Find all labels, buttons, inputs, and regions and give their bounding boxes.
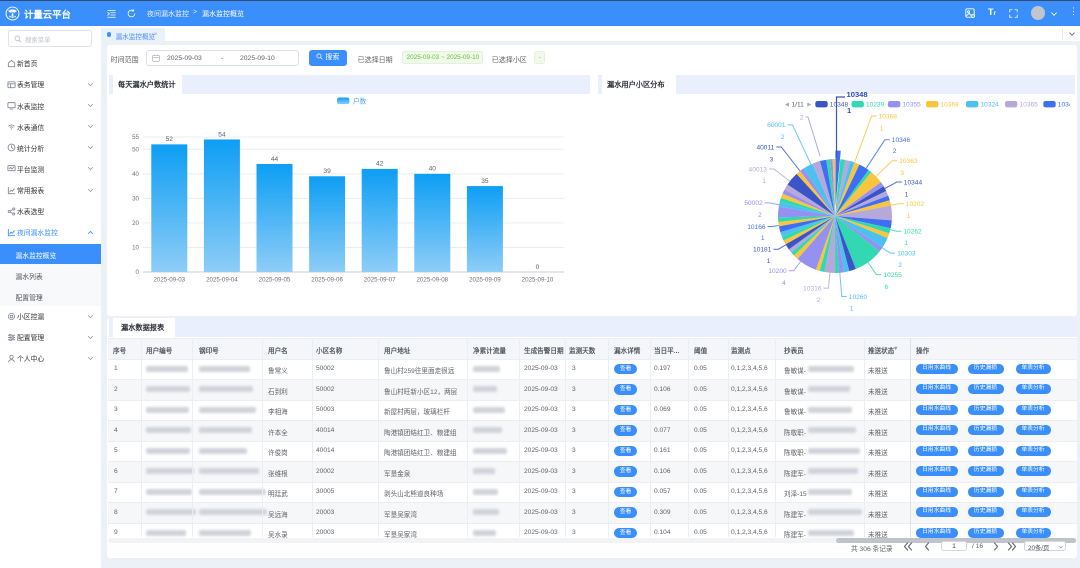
svg-text:1/11: 1/11 <box>792 101 805 108</box>
svg-text:1: 1 <box>907 213 911 220</box>
svg-text:1: 1 <box>904 240 908 247</box>
svg-text:2025-09-06: 2025-09-06 <box>311 277 343 284</box>
svg-text:10200: 10200 <box>768 268 787 275</box>
svg-text:50: 50 <box>132 146 139 153</box>
svg-text:2: 2 <box>893 148 897 155</box>
svg-text:2: 2 <box>898 262 902 269</box>
svg-text:10348: 10348 <box>847 90 868 99</box>
svg-text:4: 4 <box>782 280 786 287</box>
svg-text:2025-09-10: 2025-09-10 <box>522 277 554 284</box>
svg-text:2025-09-04: 2025-09-04 <box>206 277 238 284</box>
svg-text:0: 0 <box>136 269 140 276</box>
svg-text:2025-09-07: 2025-09-07 <box>364 277 396 284</box>
svg-text:10239: 10239 <box>866 102 885 109</box>
svg-text:10368: 10368 <box>941 102 960 109</box>
svg-text:40013: 40013 <box>749 166 768 173</box>
svg-text:2025-09-03: 2025-09-03 <box>153 277 185 284</box>
svg-text:52: 52 <box>166 136 174 143</box>
svg-text:户数: 户数 <box>353 97 367 106</box>
svg-text:10260: 10260 <box>849 294 868 301</box>
svg-text:10166: 10166 <box>747 224 766 231</box>
svg-text:3: 3 <box>770 156 774 163</box>
svg-text:2: 2 <box>800 114 804 121</box>
svg-text:10344: 10344 <box>904 179 923 186</box>
svg-text:10316: 10316 <box>803 285 822 292</box>
svg-text:10: 10 <box>132 245 139 252</box>
svg-text:10365: 10365 <box>1020 102 1039 109</box>
svg-text:35: 35 <box>481 178 489 185</box>
svg-text:50002: 50002 <box>744 200 763 207</box>
svg-text:10181: 10181 <box>753 247 772 254</box>
svg-text:44: 44 <box>271 156 279 163</box>
svg-text:10202: 10202 <box>906 201 925 208</box>
svg-text:10262: 10262 <box>903 229 922 236</box>
svg-text:10368: 10368 <box>879 113 898 120</box>
svg-text:10363: 10363 <box>899 158 918 165</box>
svg-text:1: 1 <box>905 191 909 198</box>
svg-text:10324: 10324 <box>981 102 1000 109</box>
svg-text:60001: 60001 <box>767 122 786 129</box>
svg-text:1: 1 <box>880 125 884 132</box>
svg-text:30: 30 <box>132 196 139 203</box>
svg-text:1: 1 <box>762 178 766 185</box>
svg-text:20: 20 <box>132 220 139 227</box>
svg-text:10348: 10348 <box>830 102 849 109</box>
svg-text:40: 40 <box>132 171 139 178</box>
svg-text:6: 6 <box>885 284 889 291</box>
svg-text:10255: 10255 <box>884 272 903 279</box>
svg-text:10346: 10346 <box>892 137 911 144</box>
svg-text:42: 42 <box>376 161 384 168</box>
svg-text:2025-09-09: 2025-09-09 <box>469 277 501 284</box>
svg-text:1: 1 <box>850 306 854 313</box>
svg-text:39: 39 <box>323 168 331 175</box>
svg-text:54: 54 <box>218 131 226 138</box>
svg-text:3: 3 <box>900 170 904 177</box>
svg-text:0: 0 <box>536 264 540 271</box>
svg-text:55: 55 <box>132 134 139 141</box>
svg-text:10303: 10303 <box>897 250 916 257</box>
svg-text:2: 2 <box>758 212 762 219</box>
svg-text:◀: ◀ <box>785 102 789 108</box>
svg-text:1: 1 <box>761 235 765 242</box>
svg-text:40: 40 <box>429 166 437 173</box>
svg-text:2: 2 <box>817 297 821 304</box>
svg-text:1: 1 <box>767 258 771 265</box>
svg-text:10355: 10355 <box>902 102 921 109</box>
svg-text:2025-09-05: 2025-09-05 <box>259 277 291 284</box>
svg-text:▶: ▶ <box>807 102 811 108</box>
svg-text:2025-09-08: 2025-09-08 <box>416 277 448 284</box>
svg-text:2: 2 <box>781 134 785 141</box>
svg-text:40011: 40011 <box>756 144 774 151</box>
